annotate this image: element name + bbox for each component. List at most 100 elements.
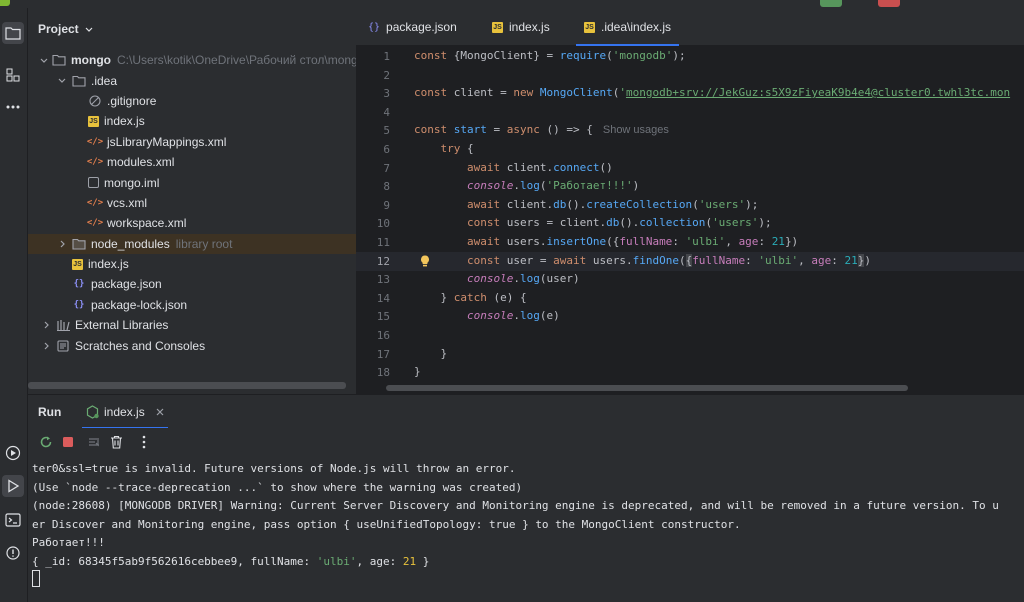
run-panel-title: Run — [38, 405, 62, 419]
code-line: console.log(user) — [466, 272, 580, 286]
editor-horizontal-scrollbar[interactable] — [386, 385, 908, 391]
line-number: 15 — [376, 310, 390, 324]
chevron-right-icon — [40, 321, 52, 329]
line-number: 6 — [383, 143, 390, 156]
file-label: package.json — [91, 277, 162, 292]
more-options-button[interactable] — [136, 434, 152, 450]
run-icon — [8, 479, 20, 493]
tree-file-index-js[interactable]: JS index.js — [28, 254, 356, 274]
line-number: 11 — [376, 236, 390, 249]
file-label: mongo.iml — [104, 175, 160, 190]
run-tab-label: index.js — [104, 405, 145, 419]
tree-folder-node-modules[interactable]: node_modules library root — [28, 233, 356, 254]
terminal-tool-button[interactable] — [2, 509, 24, 531]
tree-scratches-consoles[interactable]: Scratches and Consoles — [28, 335, 356, 355]
run-toolbar — [28, 428, 1024, 456]
run-button-top[interactable] — [820, 0, 842, 7]
rerun-button[interactable] — [38, 434, 54, 450]
run-tab-index-js[interactable]: index.js — [82, 401, 168, 429]
library-root-hint: library root — [175, 236, 233, 251]
result-prefix: { _id: 68345f5ab9f562616cebbee9, fullNam… — [32, 555, 317, 568]
json-file-icon: {} — [368, 21, 381, 33]
stop-button-top[interactable] — [878, 0, 900, 7]
code-line: await client.db().createCollection('user… — [466, 197, 759, 211]
scroll-to-end-button[interactable] — [86, 434, 102, 450]
tab-idea-index-js[interactable]: JS .idea\index.js — [575, 8, 680, 46]
json-file-icon: {} — [73, 279, 85, 290]
scroll-down-icon — [89, 438, 99, 447]
tree-file-jslibrarymappings[interactable]: </> jsLibraryMappings.xml — [28, 132, 356, 152]
project-tool-button[interactable] — [2, 22, 24, 44]
console-input-cursor[interactable] — [32, 570, 40, 587]
console-line: er Discover and Monitoring engine, pass … — [32, 517, 741, 531]
project-panel: Project mongo C:\Users\kotik\OneDrive\Ра… — [28, 8, 356, 394]
problems-icon — [6, 546, 20, 560]
code-line: await users.insertOne({fullName: 'ulbi',… — [466, 235, 799, 248]
run-console-output[interactable]: ter0&ssl=true is invalid. Future version… — [28, 456, 1024, 602]
console-line: (Use `node --trace-deprecation ...` to s… — [32, 480, 523, 494]
tab-package-json[interactable]: {} package.json — [368, 8, 457, 46]
tree-external-libraries[interactable]: External Libraries — [28, 315, 356, 335]
tree-root-mongo[interactable]: mongo C:\Users\kotik\OneDrive\Рабочий ст… — [28, 50, 356, 70]
gitignore-icon — [88, 94, 102, 108]
folder-icon — [52, 53, 66, 67]
tree-file-package-json[interactable]: {} package.json — [28, 274, 356, 294]
project-tree: mongo C:\Users\kotik\OneDrive\Рабочий ст… — [28, 50, 356, 356]
tree-file-mongo-iml[interactable]: mongo.iml — [28, 172, 356, 192]
file-label: vcs.xml — [107, 195, 147, 210]
run-tool-button[interactable] — [2, 475, 24, 497]
tree-folder-idea[interactable]: .idea — [28, 70, 356, 90]
xml-file-icon: </> — [86, 157, 104, 168]
external-libraries-label: External Libraries — [75, 318, 169, 333]
clear-output-button[interactable] — [108, 434, 124, 450]
project-panel-header[interactable]: Project — [38, 22, 93, 36]
more-tools-button[interactable] — [2, 96, 24, 118]
scratches-label: Scratches and Consoles — [75, 338, 206, 353]
tree-file-idea-index-js[interactable]: JS index.js — [28, 111, 356, 131]
js-file-icon: JS — [72, 258, 83, 270]
chevron-down-icon — [40, 58, 48, 63]
tab-label: .idea\index.js — [601, 20, 672, 34]
stop-icon — [63, 437, 73, 447]
debug-tool-button[interactable] — [2, 442, 24, 464]
line-number: 10 — [376, 217, 390, 231]
code-editor[interactable]: 1 2 3 4 5 6 7 8 9 10 11 12 13 14 15 16 1… — [356, 46, 1024, 386]
console-line: Работает!!! — [32, 536, 105, 550]
code-line: const users = client.db().collection('us… — [466, 216, 772, 230]
xml-file-icon: </> — [86, 197, 104, 208]
tree-file-vcs-xml[interactable]: </> vcs.xml — [28, 193, 356, 213]
js-file-icon: JS — [492, 21, 503, 33]
library-icon — [56, 318, 70, 332]
xml-file-icon: </> — [86, 136, 104, 147]
stop-button[interactable] — [60, 434, 76, 450]
file-label: .gitignore — [107, 93, 157, 108]
line-number-gutter: 1 2 3 4 5 6 7 8 9 10 11 12 13 14 15 16 1… — [356, 46, 404, 386]
tree-file-gitignore[interactable]: .gitignore — [28, 91, 356, 111]
chevron-right-icon — [40, 342, 52, 350]
result-suffix: } — [416, 555, 430, 568]
tab-index-js[interactable]: JS index.js — [492, 8, 550, 46]
tree-file-package-lock-json[interactable]: {} package-lock.json — [28, 295, 356, 315]
tree-file-workspace-xml[interactable]: </> workspace.xml — [28, 213, 356, 233]
more-icon — [6, 105, 20, 109]
file-label: modules.xml — [107, 155, 175, 170]
json-file-icon: {} — [73, 299, 85, 310]
problems-tool-button[interactable] — [2, 542, 24, 564]
close-icon[interactable] — [156, 408, 164, 416]
file-label: package-lock.json — [91, 297, 188, 312]
line-number: 4 — [383, 105, 390, 119]
root-path: C:\Users\kotik\OneDrive\Рабочий стол\mon… — [117, 53, 356, 68]
js-file-icon: JS — [88, 115, 99, 127]
code-line: try { — [440, 142, 474, 155]
ide-logo — [0, 0, 10, 6]
show-usages-hint[interactable]: Show usages — [603, 124, 669, 136]
tab-label: index.js — [509, 20, 550, 34]
project-horizontal-scrollbar[interactable] — [28, 382, 356, 389]
xml-file-icon: </> — [86, 218, 104, 229]
tab-label: package.json — [386, 20, 457, 34]
structure-tool-button[interactable] — [2, 64, 24, 86]
structure-icon — [6, 68, 20, 82]
result-age: 21 — [402, 555, 417, 568]
tree-file-modules-xml[interactable]: </> modules.xml — [28, 152, 356, 172]
scrollbar-thumb[interactable] — [28, 382, 346, 389]
